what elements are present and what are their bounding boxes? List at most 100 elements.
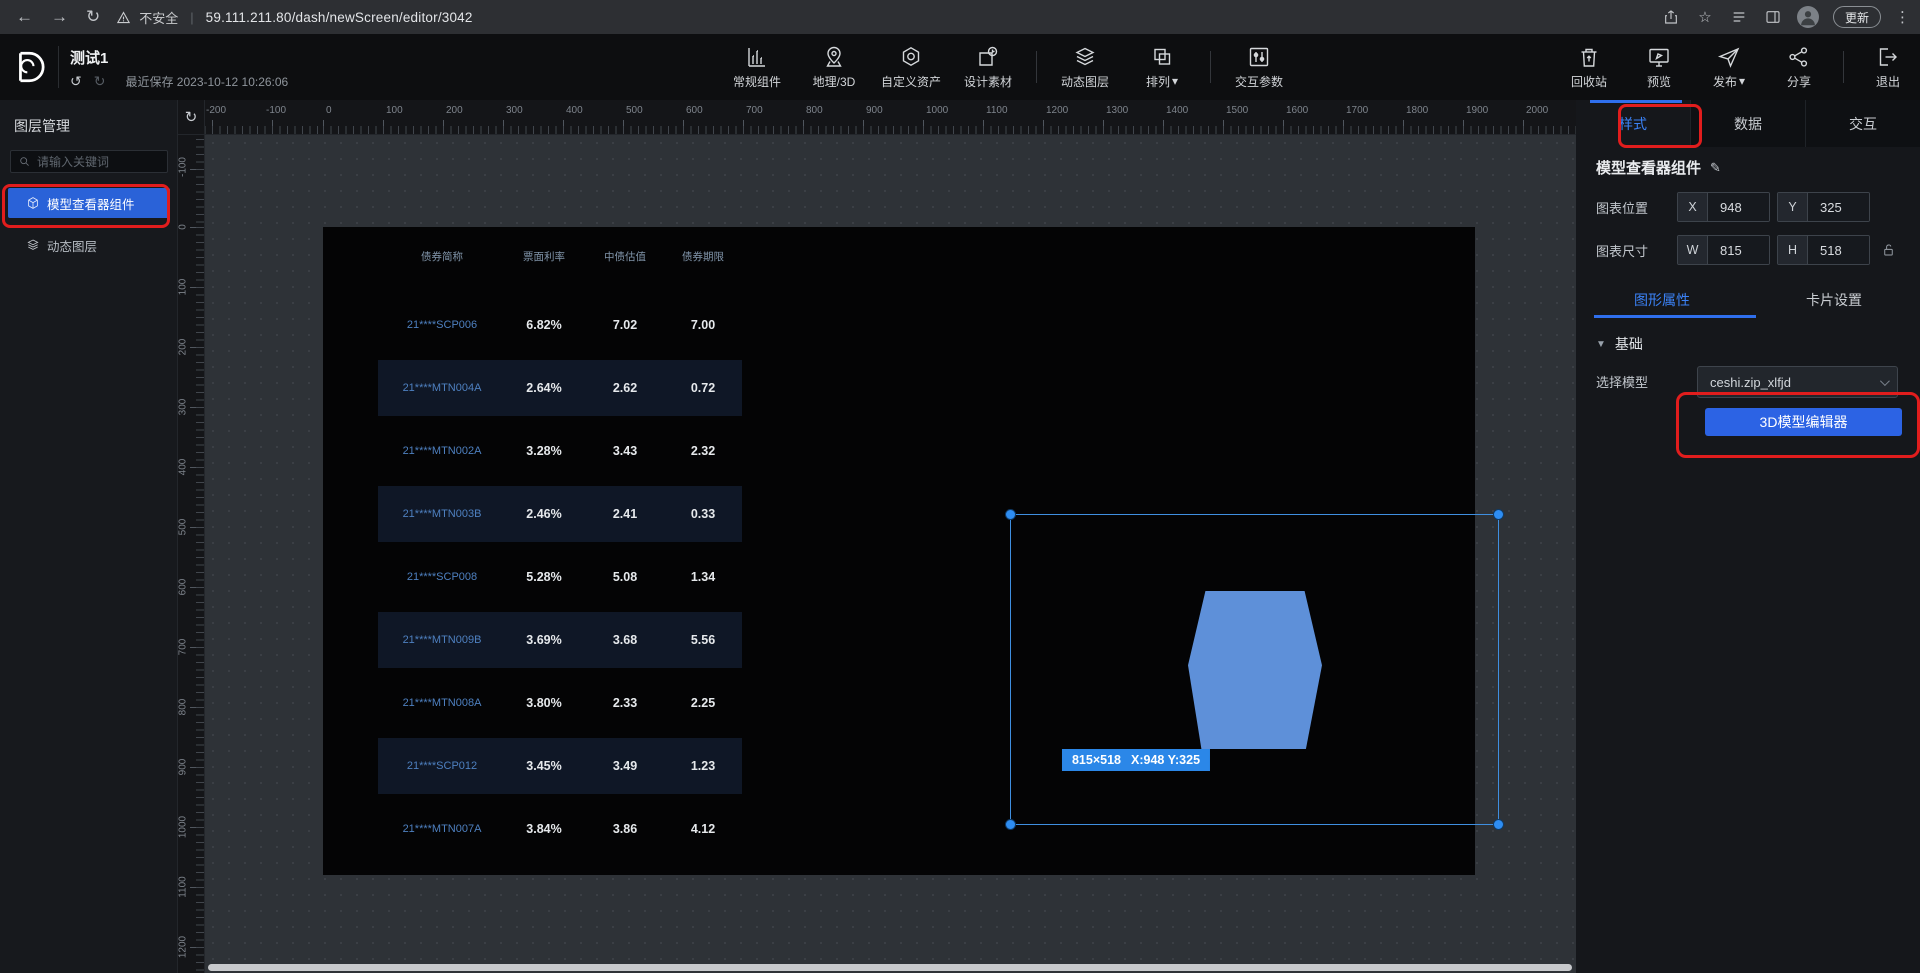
3d-model-shape[interactable]	[1188, 591, 1322, 749]
table-row[interactable]: 21****MTN009B3.69%3.685.56	[378, 612, 742, 668]
bookmark-star-icon[interactable]: ☆	[1695, 7, 1715, 27]
layer-search-input[interactable]	[37, 155, 155, 169]
dashboard-screen[interactable]: 债券简称 票面利率 中债估值 债券期限 21****SCP0066.82%7.0…	[323, 227, 1475, 875]
table-cell: 21****SCP012	[378, 738, 506, 794]
reading-list-icon[interactable]	[1729, 7, 1749, 27]
3d-model-editor-button[interactable]: 3D模型编辑器	[1705, 408, 1902, 436]
toolbar-item-geo-3d[interactable]: 地理/3D	[805, 45, 863, 90]
address-separator: |	[190, 10, 193, 25]
browser-reload-icon[interactable]: ↻	[86, 7, 100, 27]
w-value[interactable]: 815	[1708, 236, 1769, 264]
resize-handle-bottom-left[interactable]	[1005, 819, 1016, 830]
rename-pencil-icon[interactable]: ✎	[1710, 160, 1721, 176]
share-icon[interactable]	[1661, 7, 1681, 27]
publish-toolbar: 回收站 预览 发布▾ 分享 退出	[1563, 34, 1914, 100]
undo-icon[interactable]: ↺	[70, 73, 82, 90]
h-ruler-label: 0	[326, 105, 332, 116]
toolbar-label: 常规组件	[733, 73, 781, 90]
selected-component-model-viewer[interactable]	[1010, 514, 1499, 825]
bond-table-component[interactable]: 债券简称 票面利率 中债估值 债券期限 21****SCP0066.82%7.0…	[378, 227, 742, 875]
browser-menu-icon[interactable]: ⋮	[1895, 8, 1910, 26]
browser-toolbar: ← → ↻ 不安全 | 59.111.211.80/dash/newScreen…	[0, 0, 1920, 34]
redo-icon[interactable]: ↻	[94, 73, 106, 90]
tab-style[interactable]: 样式	[1576, 100, 1690, 147]
address-bar[interactable]: 不安全 | 59.111.211.80/dash/newScreen/edito…	[116, 8, 472, 27]
model-select[interactable]: ceshi.zip_xlfjd	[1697, 366, 1898, 398]
table-cell: 5.56	[666, 612, 740, 668]
chart-h-input[interactable]: H 518	[1777, 235, 1870, 265]
app-header: 测试1 ↺ ↻ 最近保存 2023-10-12 10:26:06 常规组件 地理…	[0, 34, 1920, 100]
y-value[interactable]: 325	[1808, 193, 1869, 221]
layer-item-label: 动态图层	[47, 236, 97, 255]
toolbar-item-custom-assets[interactable]: 自定义资产	[882, 45, 940, 90]
table-row[interactable]: 21****SCP0066.82%7.027.00	[378, 297, 742, 353]
table-cell: 3.69%	[506, 612, 582, 668]
table-row[interactable]: 21****SCP0123.45%3.491.23	[378, 738, 742, 794]
side-panel-icon[interactable]	[1763, 7, 1783, 27]
column-header: 债券期限	[666, 249, 740, 264]
table-row[interactable]: 21****MTN003B2.46%2.410.33	[378, 486, 742, 542]
h-value[interactable]: 518	[1808, 236, 1869, 264]
resize-handle-top-right[interactable]	[1493, 509, 1504, 520]
h-ruler-label: 1100	[986, 105, 1008, 116]
toolbar-item-dynamic-layers[interactable]: 动态图层	[1056, 45, 1114, 90]
editor-canvas[interactable]: 债券简称 票面利率 中债估值 债券期限 21****SCP0066.82%7.0…	[205, 135, 1576, 973]
resize-handle-top-left[interactable]	[1005, 509, 1016, 520]
v-ruler-label: 1000	[178, 814, 192, 841]
table-cell: 1.23	[666, 738, 740, 794]
tab-data[interactable]: 数据	[1690, 100, 1805, 147]
browser-back-icon[interactable]: ←	[16, 7, 33, 27]
x-value[interactable]: 948	[1708, 193, 1769, 221]
aspect-lock-toggle[interactable]	[1881, 242, 1896, 258]
layers-icon	[26, 238, 40, 252]
h-ruler-label: 1700	[1346, 105, 1368, 116]
toolbar-item-design-assets[interactable]: 设计素材	[959, 45, 1017, 90]
layer-panel: 图层管理 模型查看器组件 动态图层	[0, 100, 178, 973]
h-prefix: H	[1778, 236, 1808, 264]
table-cell: 5.08	[588, 549, 662, 605]
table-cell: 3.68	[588, 612, 662, 668]
h-ruler-label: 1200	[1046, 105, 1068, 116]
table-row[interactable]: 21****MTN004A2.64%2.620.72	[378, 360, 742, 416]
table-row[interactable]: 21****MTN002A3.28%3.432.32	[378, 423, 742, 479]
canvas-horizontal-scrollbar[interactable]	[208, 964, 1572, 971]
table-cell: 21****MTN004A	[378, 360, 506, 416]
toolbar-item-interaction-params[interactable]: 交互参数	[1230, 45, 1288, 90]
layer-item-dynamic-layer[interactable]: 动态图层	[8, 230, 170, 260]
toolbar-item-exit[interactable]: 退出	[1862, 45, 1914, 90]
v-ruler-label: 400	[178, 454, 192, 481]
model-select-value: ceshi.zip_xlfjd	[1710, 375, 1791, 390]
subtab-graphic-properties[interactable]: 图形属性	[1576, 282, 1748, 318]
h-ruler-label: 200	[446, 105, 463, 116]
table-cell: 3.45%	[506, 738, 582, 794]
layer-item-model-viewer[interactable]: 模型查看器组件	[8, 188, 170, 218]
y-prefix: Y	[1778, 193, 1808, 221]
table-cell: 3.49	[588, 738, 662, 794]
toolbar-item-publish[interactable]: 发布▾	[1703, 45, 1755, 90]
ruler-reset-button[interactable]: ↻	[178, 100, 205, 135]
section-basic[interactable]: ▼ 基础	[1596, 334, 1643, 354]
column-header: 债券简称	[378, 249, 506, 264]
toolbar-item-preview[interactable]: 预览	[1633, 45, 1685, 90]
layer-search[interactable]	[10, 150, 168, 173]
table-row[interactable]: 21****MTN007A3.84%3.864.12	[378, 801, 742, 857]
x-prefix: X	[1678, 193, 1708, 221]
resize-handle-bottom-right[interactable]	[1493, 819, 1504, 830]
chart-y-input[interactable]: Y 325	[1777, 192, 1870, 222]
subtab-card-settings[interactable]: 卡片设置	[1748, 282, 1920, 318]
chart-x-input[interactable]: X 948	[1677, 192, 1770, 222]
table-row[interactable]: 21****MTN008A3.80%2.332.25	[378, 675, 742, 731]
table-row[interactable]: 21****SCP0085.28%5.081.34	[378, 549, 742, 605]
browser-update-button[interactable]: 更新	[1833, 6, 1881, 28]
tab-interaction[interactable]: 交互	[1805, 100, 1920, 147]
toolbar-item-arrange[interactable]: 排列▾	[1133, 45, 1191, 90]
browser-forward-icon[interactable]: →	[51, 7, 68, 27]
h-ruler-label: -100	[266, 105, 286, 116]
toolbar-item-recycle-bin[interactable]: 回收站	[1563, 45, 1615, 90]
profile-avatar[interactable]	[1797, 6, 1819, 28]
chart-w-input[interactable]: W 815	[1677, 235, 1770, 265]
toolbar-item-share[interactable]: 分享	[1773, 45, 1825, 90]
chart-size-label: 图表尺寸	[1596, 235, 1648, 265]
toolbar-item-basic-components[interactable]: 常规组件	[728, 45, 786, 90]
h-ruler-label: -200	[206, 105, 226, 116]
